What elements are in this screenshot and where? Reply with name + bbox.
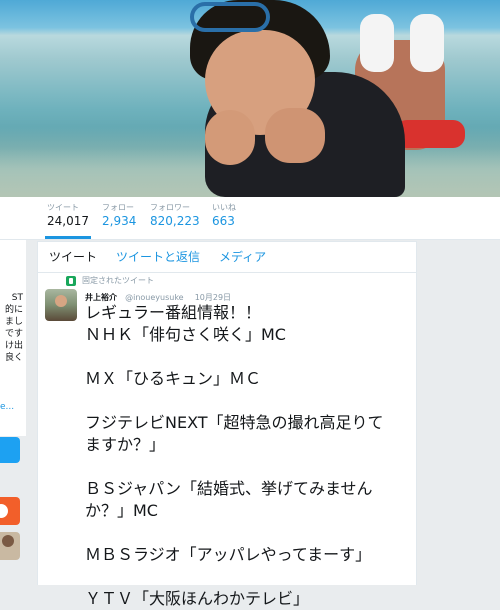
photo-shoe-right: [410, 14, 444, 72]
tweet-text-line: [85, 390, 410, 412]
stat-followers-value: 820,223: [150, 214, 200, 228]
stat-likes-value: 663: [212, 214, 235, 228]
tweet-text-line: ＢＳジャパン「結婚式、挙げてみません: [85, 479, 373, 498]
bio-text-line: 的に: [4, 305, 23, 315]
tweet-text-line: [85, 346, 410, 368]
stat-following[interactable]: フォロー 2,934: [102, 203, 136, 229]
stat-tweets-label: ツイート: [47, 203, 79, 212]
tweet-text-line: [85, 456, 410, 478]
bio-text-line: です: [4, 329, 23, 339]
tweet-text: レギュラー番組情報！！ ＮＨＫ「俳句さく咲く」MC ＭＸ「ひるキュン」ＭＣ フジ…: [85, 302, 410, 610]
profile-header-photo[interactable]: [0, 0, 500, 197]
suggested-user-avatar[interactable]: [0, 497, 20, 525]
profile-stats-bar: ツイート 24,017 フォロー 2,934 フォロワー 820,223 いいね…: [0, 197, 500, 240]
tweet-text-line: ＮＨＫ「俳句さく咲く」MC: [85, 325, 286, 344]
stat-following-value: 2,934: [102, 214, 137, 228]
tab-tweets-and-replies[interactable]: ツイートと返信: [116, 250, 200, 264]
bio-text-line: け出: [4, 341, 23, 351]
bio-text-line: 良く: [4, 353, 23, 363]
photo-shoe-left: [360, 14, 394, 72]
stat-likes-label: いいね: [212, 203, 236, 212]
tweet-text-line: ＭＸ「ひるキュン」ＭＣ: [85, 369, 262, 388]
stat-tweets-value: 24,017: [47, 214, 89, 228]
stat-likes[interactable]: いいね 663: [212, 203, 236, 229]
photo-shorts: [395, 120, 465, 148]
suggested-user-avatar[interactable]: [0, 532, 20, 560]
photo-hand-left: [205, 110, 255, 165]
tweet-header: 井上裕介 @inoueyusuke 10月29日: [85, 289, 231, 303]
timeline-tabs: ツイート ツイートと返信 メディア: [38, 242, 416, 273]
tab-media[interactable]: メディア: [219, 250, 266, 264]
tweet-author-avatar[interactable]: [45, 289, 77, 321]
tweet-author-handle[interactable]: @inoueyusuke: [125, 293, 184, 302]
stat-followers-label: フォロワー: [150, 203, 190, 212]
tweet-text-line: ＭＢＳラジオ「アッパレやってまーす」: [85, 545, 372, 564]
sidebar-action-button[interactable]: [0, 437, 20, 463]
tweet-text-line: か？」MC: [85, 501, 158, 520]
tweet-text-line: ますか？」: [85, 435, 166, 454]
bio-text-line: まし: [4, 317, 23, 327]
bio-more-link[interactable]: e...: [0, 402, 14, 412]
tweet-text-line: レギュラー番組情報！！: [85, 303, 262, 322]
stat-followers[interactable]: フォロワー 820,223: [150, 203, 200, 229]
tweet-text-line: [85, 566, 410, 588]
photo-sunglasses: [190, 2, 270, 32]
stat-following-label: フォロー: [102, 203, 134, 212]
stat-tweets[interactable]: ツイート 24,017: [45, 203, 91, 239]
tweet-timestamp[interactable]: 10月29日: [195, 293, 231, 302]
profile-bio-card: ST 的に まし です け出 良く e...: [0, 240, 26, 436]
tweet-text-line: フジテレビNEXT「超特急の撮れ高足りて: [85, 413, 384, 432]
left-sidebar: ST 的に まし です け出 良く e...: [0, 240, 27, 584]
tweet-author-name[interactable]: 井上裕介: [85, 293, 117, 302]
tweet-text-line: ＹＴＶ「大阪ほんわかテレビ」: [85, 589, 310, 608]
photo-hand-right: [265, 108, 325, 163]
tab-tweets[interactable]: ツイート: [49, 250, 97, 264]
pin-icon: [66, 276, 76, 286]
timeline-card: ツイート ツイートと返信 メディア 固定されたツイート 井上裕介 @inouey…: [37, 241, 417, 608]
tweet-text-line: [85, 522, 410, 544]
bio-text-line: ST: [11, 293, 23, 303]
